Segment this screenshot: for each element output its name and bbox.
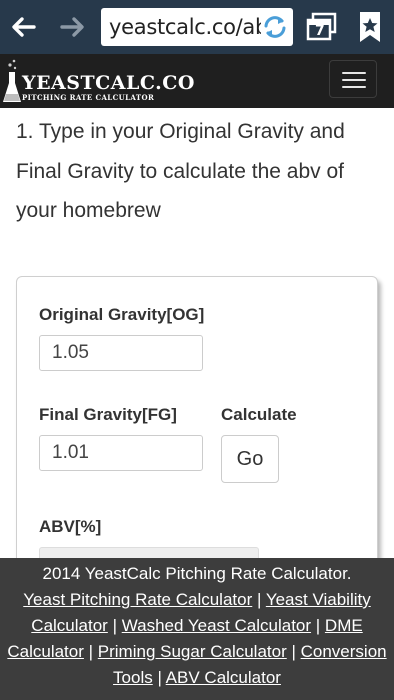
abv-label: ABV[%] [39,517,102,536]
footer-link-priming-sugar[interactable]: Priming Sugar Calculator [98,642,287,661]
back-button[interactable] [6,10,40,44]
bookmark-star-icon [360,12,380,42]
site-subtitle: PITCHING RATE CALCULATOR [22,93,155,102]
footer-separator: | [311,616,325,635]
reload-button[interactable] [261,14,289,40]
forward-button[interactable] [56,10,90,44]
footer-link-pitching-rate[interactable]: Yeast Pitching Rate Calculator [23,590,252,609]
footer-separator: | [286,642,301,661]
arrow-left-icon [12,17,36,37]
flask-icon [3,59,21,102]
footer-copyright: 2014 YeastCalc Pitching Rate Calculator. [42,564,352,583]
arrow-right-icon [60,17,84,37]
tabs-button[interactable]: 7 [306,12,338,42]
fg-label: Final Gravity[FG] [39,405,177,424]
tab-count: 7 [315,23,325,39]
browser-toolbar: yeastcalc.co/abv 7 [0,0,394,54]
og-label: Original Gravity[OG] [39,305,205,324]
og-input[interactable]: 1.05 [39,335,203,371]
menu-button[interactable] [329,60,377,98]
footer-separator: | [152,668,166,687]
bookmark-button[interactable] [354,10,386,44]
footer-separator: | [83,642,98,661]
url-text: yeastcalc.co/abv [109,15,281,39]
footer-separator: | [107,616,122,635]
site-title[interactable]: YEASTCALC.CO [22,72,195,94]
fg-input[interactable]: 1.01 [39,435,203,471]
site-header: YEASTCALC.CO PITCHING RATE CALCULATOR [0,54,394,108]
footer-separator: | [252,590,266,609]
footer-links: Yeast Pitching Rate Calculator | Yeast V… [0,587,394,691]
footer-link-abv[interactable]: ABV Calculator [166,668,281,687]
go-button[interactable]: Go [221,435,279,483]
footer-link-washed-yeast[interactable]: Washed Yeast Calculator [122,616,311,635]
intro-instructions: 1. Type in your Original Gravity and Fin… [16,120,345,222]
abv-calculator-card: Original Gravity[OG] 1.05 Final Gravity[… [16,276,378,606]
reload-icon [264,16,286,38]
site-footer: 2014 YeastCalc Pitching Rate Calculator.… [0,558,394,700]
calculate-label: Calculate [221,405,297,424]
address-bar[interactable]: yeastcalc.co/abv [101,8,293,46]
